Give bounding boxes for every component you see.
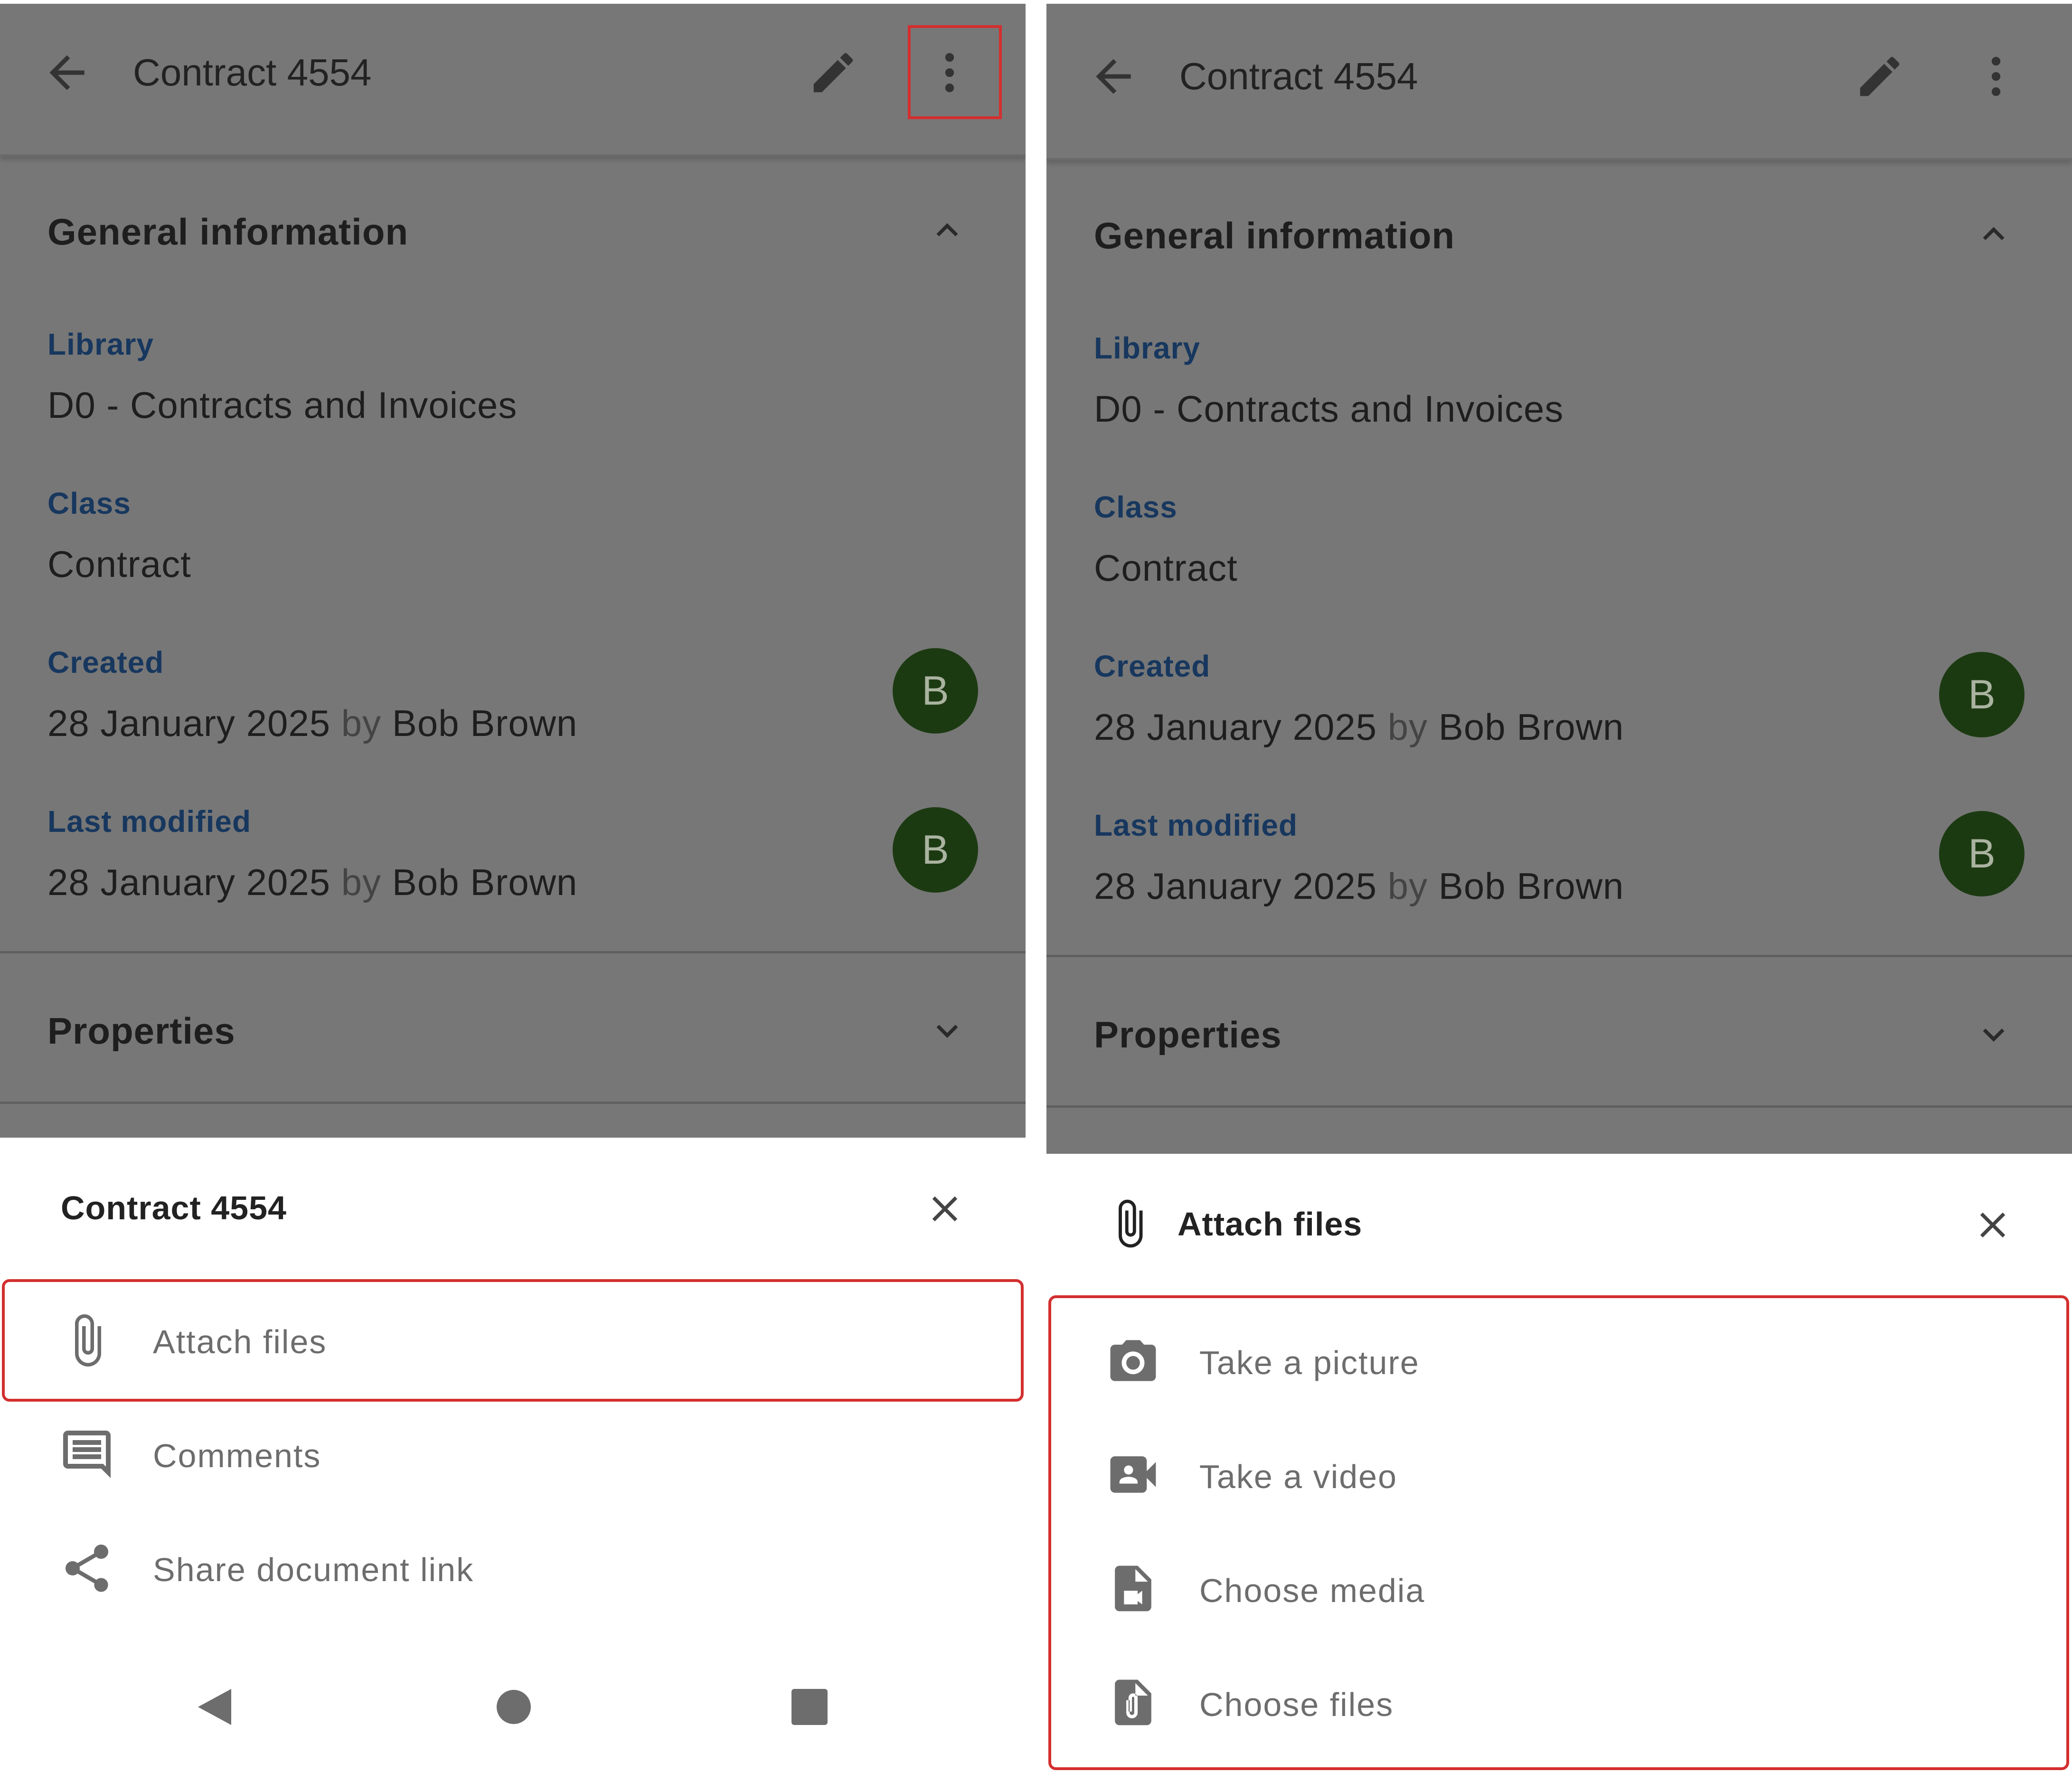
avatar[interactable]: B xyxy=(893,807,978,893)
section-divider xyxy=(0,1102,1026,1104)
paperclip-icon xyxy=(1103,1197,1156,1250)
modified-date: 28 January 2025 xyxy=(1094,865,1377,907)
close-icon xyxy=(1980,1212,2006,1238)
back-button[interactable] xyxy=(41,47,93,99)
bottom-sheet: Attach files Take a picture Take a video… xyxy=(1046,1154,2072,1772)
section-divider xyxy=(0,951,1026,953)
modified-user: Bob Brown xyxy=(1438,865,1624,907)
general-information-header[interactable]: General information xyxy=(47,210,408,254)
created-label: Created xyxy=(47,645,164,679)
square-recents-icon xyxy=(791,1689,828,1725)
pencil-icon xyxy=(1860,57,1900,96)
menu-item-label: Comments xyxy=(153,1437,321,1474)
created-value: 28 January 2025 by Bob Brown xyxy=(47,702,577,745)
section-divider xyxy=(1046,955,2072,957)
sheet-title: Contract 4554 xyxy=(61,1189,287,1226)
last-modified-label: Last modified xyxy=(1094,808,1298,842)
created-by-word: by xyxy=(341,702,382,744)
circle-home-icon xyxy=(497,1690,531,1724)
created-label: Created xyxy=(1094,649,1211,683)
triangle-back-icon xyxy=(198,1689,231,1725)
library-label: Library xyxy=(1094,331,1200,365)
menu-item-label: Take a video xyxy=(1199,1458,1398,1495)
system-navigation-bar xyxy=(0,1648,1026,1772)
page-title: Contract 4554 xyxy=(1179,55,1418,97)
nav-back-button[interactable] xyxy=(192,1683,240,1731)
created-date: 28 January 2025 xyxy=(1094,706,1377,748)
menu-item-label: Choose files xyxy=(1199,1686,1394,1723)
right-screen: Contract 4554 General information Librar… xyxy=(1046,0,2072,1772)
paperclip-icon xyxy=(58,1312,115,1369)
details-page-dimmed: Contract 4554 General information Librar… xyxy=(1046,4,2072,1154)
chevron-up-icon[interactable] xyxy=(926,209,969,252)
class-value: Contract xyxy=(1094,547,1238,589)
menu-item-label: Take a picture xyxy=(1199,1344,1420,1381)
modified-by-word: by xyxy=(1387,865,1428,907)
more-vert-icon xyxy=(1991,57,2001,96)
menu-item-label: Choose media xyxy=(1199,1572,1425,1609)
attach-file-icon xyxy=(1106,1675,1160,1730)
library-label: Library xyxy=(47,327,154,361)
created-user: Bob Brown xyxy=(1438,706,1624,748)
last-modified-label: Last modified xyxy=(47,804,252,839)
video-icon xyxy=(1106,1447,1160,1502)
last-modified-value: 28 January 2025 by Bob Brown xyxy=(47,861,577,904)
avatar[interactable]: B xyxy=(893,648,978,734)
app-bar: Contract 4554 xyxy=(1046,4,2072,160)
menu-item-label: Attach files xyxy=(153,1323,327,1360)
properties-header[interactable]: Properties xyxy=(47,1009,235,1053)
comment-icon xyxy=(58,1426,115,1483)
modified-date: 28 January 2025 xyxy=(47,861,331,903)
sheet-title: Attach files xyxy=(1177,1206,1363,1243)
edit-button[interactable] xyxy=(1854,50,1906,103)
back-button[interactable] xyxy=(1087,50,1140,103)
created-user: Bob Brown xyxy=(392,702,578,744)
properties-header[interactable]: Properties xyxy=(1094,1013,1282,1056)
more-options-button[interactable] xyxy=(1970,50,2022,103)
avatar[interactable]: B xyxy=(1939,652,2025,737)
class-label: Class xyxy=(1094,490,1177,524)
library-value: D0 - Contracts and Invoices xyxy=(1094,388,1564,430)
close-button[interactable] xyxy=(923,1188,966,1230)
section-divider xyxy=(1046,1105,2072,1108)
highlight-more-button xyxy=(908,25,1002,119)
created-by-word: by xyxy=(1387,706,1428,748)
modified-user: Bob Brown xyxy=(392,861,578,903)
app-bar: Contract 4554 xyxy=(0,4,1026,157)
created-date: 28 January 2025 xyxy=(47,702,331,744)
created-value: 28 January 2025 by Bob Brown xyxy=(1094,706,1624,749)
media-file-icon xyxy=(1106,1561,1160,1616)
general-information-header[interactable]: General information xyxy=(1094,214,1455,257)
avatar[interactable]: B xyxy=(1939,811,2025,896)
nav-home-button[interactable] xyxy=(490,1683,537,1731)
chevron-down-icon[interactable] xyxy=(926,1009,969,1052)
camera-icon xyxy=(1106,1333,1160,1388)
nav-recents-button[interactable] xyxy=(786,1683,833,1731)
details-page-dimmed: Contract 4554 General information Librar… xyxy=(0,4,1026,1138)
share-icon xyxy=(58,1540,115,1597)
left-screen: Contract 4554 General information Librar… xyxy=(0,0,1026,1772)
class-label: Class xyxy=(47,486,131,520)
arrow-back-icon xyxy=(1096,59,1131,94)
arrow-back-icon xyxy=(49,55,85,90)
pencil-icon xyxy=(813,53,853,93)
modified-by-word: by xyxy=(341,861,382,903)
library-value: D0 - Contracts and Invoices xyxy=(47,384,518,426)
class-value: Contract xyxy=(47,543,191,585)
chevron-down-icon[interactable] xyxy=(1972,1013,2015,1056)
chevron-up-icon[interactable] xyxy=(1972,213,2015,255)
menu-item-label: Share document link xyxy=(153,1551,474,1588)
close-icon xyxy=(932,1196,958,1222)
edit-button[interactable] xyxy=(807,47,859,99)
last-modified-value: 28 January 2025 by Bob Brown xyxy=(1094,865,1624,908)
close-button[interactable] xyxy=(1971,1204,2014,1246)
page-title: Contract 4554 xyxy=(133,51,372,94)
